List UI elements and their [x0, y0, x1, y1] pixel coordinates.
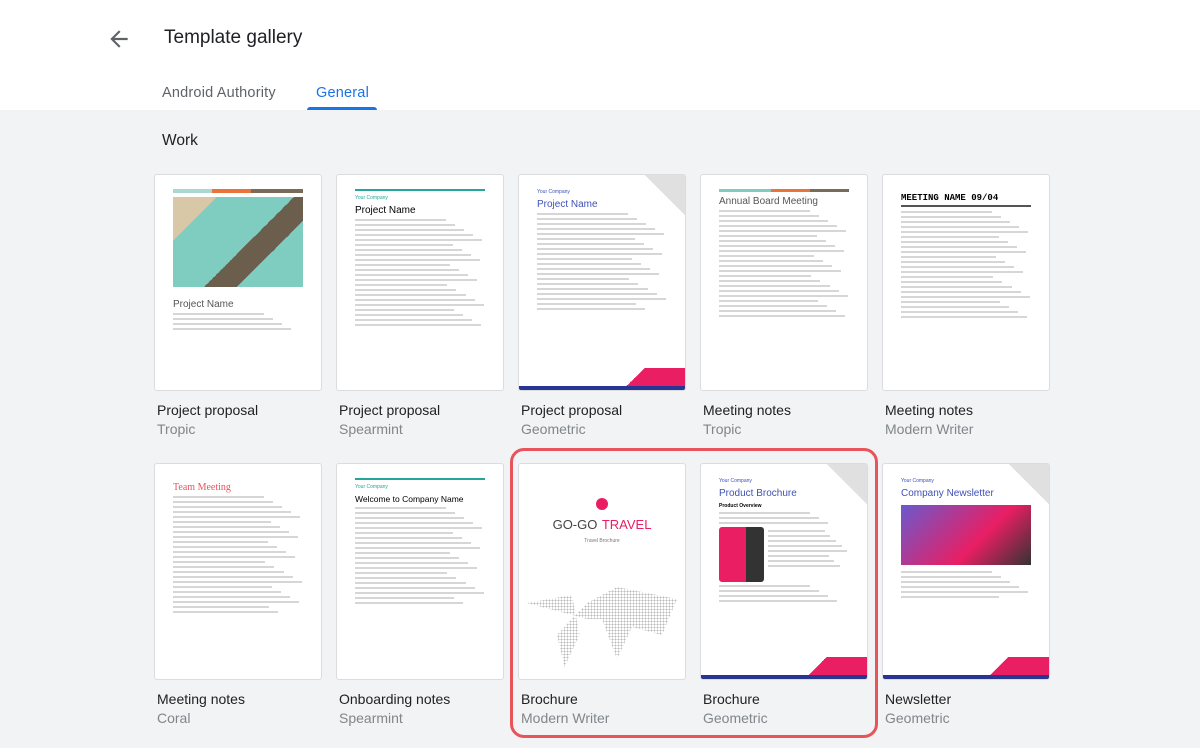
template-card[interactable]: Team Meeting Meeting notes Coral: [154, 463, 322, 726]
template-name: Onboarding notes: [339, 691, 451, 707]
tab-android-authority[interactable]: Android Authority: [162, 85, 276, 101]
template-thumbnail[interactable]: Your Company Project Name: [518, 174, 686, 391]
template-card[interactable]: Your Company Project Name Project proposa…: [518, 174, 686, 437]
thumb-company: Your Company: [355, 195, 388, 201]
template-style: Modern Writer: [885, 421, 974, 437]
template-card[interactable]: GO-GO TRAVEL Travel Brochure Brochure Mod…: [518, 463, 686, 726]
thumb-company: Your Company: [355, 484, 388, 490]
template-style: Spearmint: [339, 421, 403, 437]
template-style: Geometric: [521, 421, 586, 437]
template-style: Geometric: [703, 710, 768, 726]
arrow-left-icon[interactable]: [106, 26, 132, 52]
template-thumbnail[interactable]: Your Company Project Name: [336, 174, 504, 391]
template-card[interactable]: Annual Board Meeting Meeting notes Tropi…: [700, 174, 868, 437]
thumb-heading: Team Meeting: [173, 482, 231, 493]
template-thumbnail[interactable]: MEETING NAME 09/04: [882, 174, 1050, 391]
template-style: Tropic: [703, 421, 742, 437]
template-name: Brochure: [703, 691, 760, 707]
template-card[interactable]: Your Company Product Brochure Product Over…: [700, 463, 868, 726]
tab-general[interactable]: General: [316, 85, 369, 101]
template-thumbnail[interactable]: Your Company Company Newsletter: [882, 463, 1050, 680]
template-name: Newsletter: [885, 691, 952, 707]
template-thumbnail[interactable]: Your Company Product Brochure Product Over…: [700, 463, 868, 680]
template-thumbnail[interactable]: Team Meeting: [154, 463, 322, 680]
thumb-heading: Welcome to Company Name: [355, 494, 464, 504]
template-name: Meeting notes: [703, 402, 791, 418]
template-card[interactable]: Your Company Company Newsletter Newslette…: [882, 463, 1050, 726]
template-style: Spearmint: [339, 710, 403, 726]
thumb-heading: Project Name: [173, 299, 234, 310]
template-thumbnail[interactable]: Project Name: [154, 174, 322, 391]
template-thumbnail[interactable]: Annual Board Meeting: [700, 174, 868, 391]
thumb-subheading: Travel Brochure: [584, 538, 620, 544]
template-card[interactable]: Your Company Project Name Project proposa…: [336, 174, 504, 437]
header: Template gallery Android Authority Gener…: [0, 0, 1200, 110]
template-name: Brochure: [521, 691, 578, 707]
template-style: Modern Writer: [521, 710, 610, 726]
template-style: Tropic: [157, 421, 196, 437]
section-heading: Work: [162, 132, 198, 149]
page-title: Template gallery: [164, 27, 303, 48]
active-tab-indicator: [307, 107, 377, 110]
thumb-heading: Project Name: [355, 205, 416, 216]
template-thumbnail[interactable]: Your Company Welcome to Company Name: [336, 463, 504, 680]
template-style: Geometric: [885, 710, 950, 726]
template-name: Project proposal: [339, 402, 441, 418]
template-name: Meeting notes: [157, 691, 245, 707]
template-name: Project proposal: [157, 402, 259, 418]
template-card[interactable]: Project Name Project proposal Tropic: [154, 174, 322, 437]
template-card[interactable]: MEETING NAME 09/04 Meeting notes Modern …: [882, 174, 1050, 437]
template-card[interactable]: Your Company Welcome to Company Name Onbo…: [336, 463, 504, 726]
thumb-heading: GO-GO: [552, 517, 598, 532]
thumb-heading: MEETING NAME 09/04: [901, 193, 999, 203]
template-name: Meeting notes: [885, 402, 973, 418]
thumb-heading: Annual Board Meeting: [719, 196, 818, 207]
template-style: Coral: [157, 710, 191, 726]
template-thumbnail[interactable]: GO-GO TRAVEL Travel Brochure: [518, 463, 686, 680]
template-name: Project proposal: [521, 402, 623, 418]
thumb-heading-accent: TRAVEL: [601, 517, 652, 532]
